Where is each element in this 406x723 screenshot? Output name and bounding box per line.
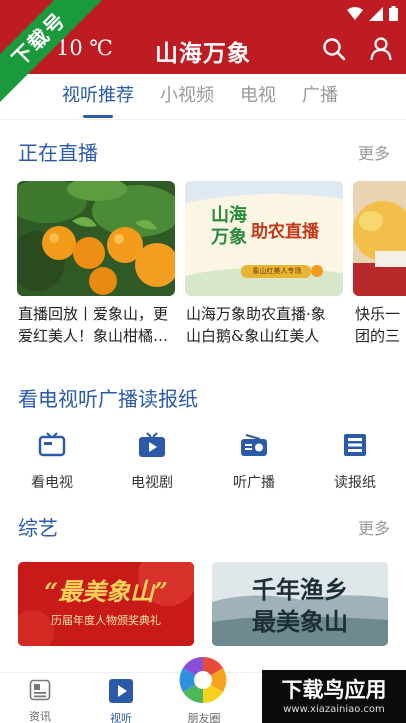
watermark-logo: 下载鸟应用 www.xiazainiao.com (262, 670, 406, 723)
play-tv-icon (139, 432, 165, 457)
media-item-drama[interactable]: 电视剧 (117, 432, 187, 492)
category-tabs: 视听推荐 小视频 电视 广播 (0, 74, 406, 120)
chicks-thumbnail (353, 181, 406, 296)
news-icon (29, 679, 51, 701)
tab-radio[interactable]: 广播 (302, 74, 338, 119)
poster-sub-text: 象山红美人专场 (252, 267, 302, 275)
media-item-radio[interactable]: 听广播 (219, 432, 289, 492)
signal-icon (369, 6, 383, 21)
user-icon[interactable] (370, 37, 392, 61)
media-section-title: 看电视听广播读报纸 (18, 387, 198, 411)
tv-icon (38, 432, 66, 457)
wifi-icon (347, 6, 363, 20)
tab-tv[interactable]: 电视 (240, 74, 276, 119)
tabbar-item-video[interactable]: 视听 (101, 679, 141, 723)
variety-banner-awards[interactable]: “最美象山” 历届年度人物颁奖典礼 (18, 562, 194, 646)
watermark-url: www.xiazainiao.com (283, 704, 385, 715)
newspaper-icon (344, 434, 366, 456)
tabbar-item-news[interactable]: 资讯 (20, 679, 60, 723)
variety-section-title: 综艺 (18, 516, 58, 540)
banner-fishing-title: 千年渔乡 (252, 575, 348, 604)
live-card-1-caption[interactable]: 直播回放丨爱象山，更 爱红美人！象山柑橘… (18, 303, 178, 347)
variety-more-link[interactable]: 更多 (358, 515, 390, 539)
media-item-tv[interactable]: 看电视 (17, 432, 87, 492)
live-card-2[interactable]: 山海 万象 助农直播 象山红美人专场 (185, 181, 343, 296)
tab-short-video[interactable]: 小视频 (160, 74, 214, 119)
app-header: 下载号 10 ℃ 山海万象 (0, 0, 406, 105)
live-card-3[interactable] (353, 181, 406, 296)
poster-brand-text: 山海 万象 (211, 205, 247, 248)
tabbar-label: 资讯 (29, 710, 51, 723)
tabbar-label: 朋友圈 (187, 712, 221, 723)
banner-awards-title: “最美象山” (44, 577, 168, 606)
media-item-label: 看电视 (31, 475, 73, 491)
poster-tag-text: 助农直播 (251, 222, 319, 242)
live-card-2-caption[interactable]: 山海万象助农直播·象 山白鹅&象山红美人 (186, 303, 346, 347)
media-item-label: 听广播 (233, 475, 275, 491)
banner-fishing-subtitle: 最美象山 (252, 607, 348, 636)
live-card-3-caption[interactable]: 快乐一 团的三 (355, 303, 406, 347)
search-icon[interactable] (322, 37, 346, 61)
live-more-link[interactable]: 更多 (358, 140, 390, 164)
battery-icon (389, 6, 398, 21)
tabbar-label: 视听 (110, 712, 132, 723)
media-item-newspaper[interactable]: 读报纸 (320, 432, 390, 492)
app-screen: { "header": { "temperature": "10 ℃", "ti… (0, 0, 406, 723)
orange-tree-thumbnail (17, 181, 175, 296)
media-item-label: 电视剧 (131, 475, 173, 491)
banner-awards-subtitle: 历届年度人物颁奖典礼 (51, 614, 161, 627)
tabbar-item-moments[interactable]: 朋友圈 (184, 706, 224, 723)
variety-banner-fishing-town[interactable]: 千年渔乡 最美象山 (212, 562, 388, 646)
play-icon (109, 679, 133, 703)
watermark-title: 下载鸟应用 (281, 678, 387, 702)
media-item-label: 读报纸 (334, 475, 376, 491)
camera-aperture-icon[interactable] (178, 655, 228, 705)
tab-recommend[interactable]: 视听推荐 (62, 74, 134, 119)
active-tab-indicator (83, 115, 113, 118)
live-section-title: 正在直播 (18, 141, 98, 165)
status-bar (347, 6, 398, 21)
live-card-1[interactable] (17, 181, 175, 296)
radio-icon (241, 434, 267, 456)
